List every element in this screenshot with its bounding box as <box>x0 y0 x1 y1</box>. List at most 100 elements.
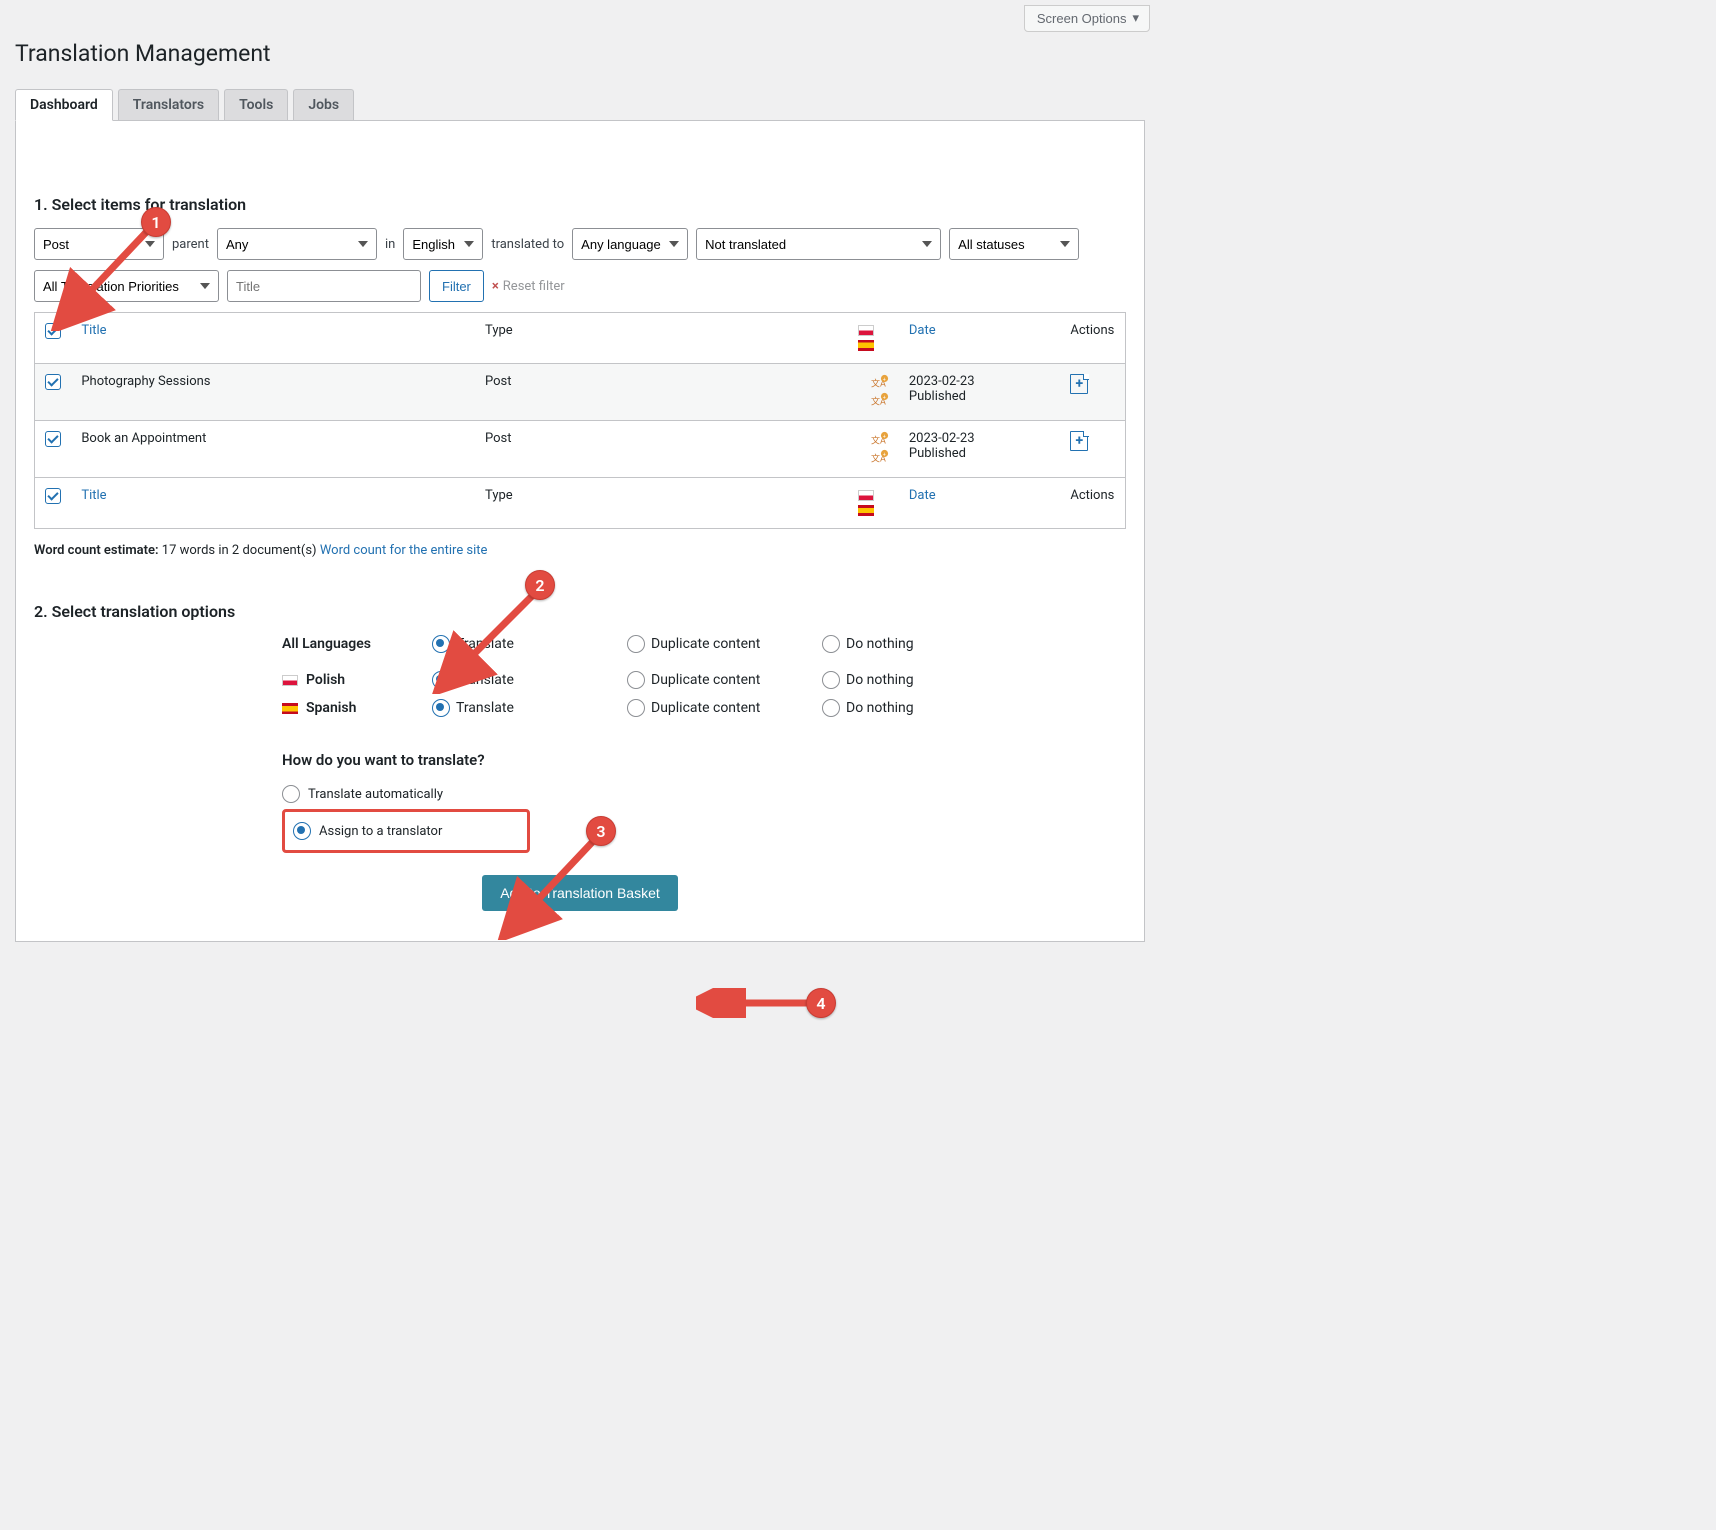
tab-translators[interactable]: Translators <box>118 89 219 120</box>
row-date: 2023-02-23 <box>909 431 975 446</box>
table-row: Photography Sessions Post 文A+ 文A+ 2023-0… <box>35 364 1126 421</box>
spanish-flag-icon <box>858 505 874 516</box>
needs-translation-icon[interactable]: 文A+ <box>871 374 889 392</box>
polish-translate-radio[interactable] <box>432 671 450 689</box>
row-publish-status: Published <box>909 446 966 461</box>
translate-auto-option[interactable]: Translate automatically <box>282 779 1126 809</box>
spanish-nothing-option[interactable]: Do nothing <box>822 699 967 717</box>
items-table: Title Type Date Actions Photography Sess… <box>34 312 1126 529</box>
all-nothing-radio[interactable] <box>822 635 840 653</box>
select-all-checkbox[interactable] <box>45 323 61 339</box>
spanish-duplicate-option[interactable]: Duplicate content <box>627 699 772 717</box>
all-duplicate-radio[interactable] <box>627 635 645 653</box>
col-date-header[interactable]: Date <box>909 323 936 338</box>
col-langs-header <box>848 313 898 364</box>
tab-dashboard[interactable]: Dashboard <box>15 89 113 121</box>
reset-filter-label: Reset filter <box>503 279 565 294</box>
tabs: Dashboard Translators Tools Jobs <box>15 89 1145 121</box>
polish-flag-icon <box>858 490 874 501</box>
assign-translator-option[interactable]: Assign to a translator <box>293 816 519 846</box>
option-row-all-languages: All Languages Translate Duplicate conten… <box>282 635 1126 653</box>
annotation-badge-1: 1 <box>141 207 171 237</box>
add-document-icon[interactable] <box>1070 431 1088 451</box>
screen-options-label: Screen Options <box>1037 11 1127 26</box>
add-document-icon[interactable] <box>1070 374 1088 394</box>
word-count-text: 17 words in 2 document(s) <box>162 543 317 558</box>
filter-row-2: All Translation Priorities Filter × Rese… <box>34 270 1126 302</box>
highlight-box: Assign to a translator <box>282 809 530 853</box>
row-type: Post <box>475 421 848 478</box>
row-title: Book an Appointment <box>71 421 475 478</box>
needs-translation-icon[interactable]: 文A+ <box>871 392 889 410</box>
word-count-site-link[interactable]: Word count for the entire site <box>320 543 488 558</box>
filter-title-input[interactable] <box>227 270 421 302</box>
col-actions-header: Actions <box>1060 313 1125 364</box>
svg-text:+: + <box>883 452 886 458</box>
svg-text:+: + <box>883 395 886 401</box>
needs-translation-icon[interactable]: 文A+ <box>871 449 889 467</box>
filter-post-type[interactable]: Post <box>34 228 164 260</box>
spanish-translate-radio[interactable] <box>432 699 450 717</box>
filter-target-lang[interactable]: Any language <box>572 228 688 260</box>
annotation-badge-4: 4 <box>806 988 836 1018</box>
row-type: Post <box>475 364 848 421</box>
close-icon: × <box>492 279 499 294</box>
annotation-badge-3: 3 <box>586 816 616 846</box>
spanish-duplicate-radio[interactable] <box>627 699 645 717</box>
table-row: Book an Appointment Post 文A+ 文A+ 2023-02… <box>35 421 1126 478</box>
section1-heading: 1. Select items for translation <box>34 195 1126 214</box>
tab-tools[interactable]: Tools <box>224 89 288 120</box>
reset-filter-button[interactable]: × Reset filter <box>492 279 565 294</box>
svg-text:+: + <box>883 434 886 440</box>
filter-button[interactable]: Filter <box>429 270 484 302</box>
spanish-nothing-radio[interactable] <box>822 699 840 717</box>
all-languages-label: All Languages <box>282 636 432 652</box>
row-checkbox[interactable] <box>45 374 61 390</box>
all-nothing-option[interactable]: Do nothing <box>822 635 967 653</box>
col-type-footer: Type <box>475 478 848 529</box>
col-date-footer[interactable]: Date <box>909 488 936 503</box>
polish-duplicate-option[interactable]: Duplicate content <box>627 671 772 689</box>
annotation-badge-2: 2 <box>525 570 555 600</box>
row-date: 2023-02-23 <box>909 374 975 389</box>
spanish-flag-icon <box>858 340 874 351</box>
all-translate-radio[interactable] <box>432 635 450 653</box>
filter-source-lang[interactable]: English <box>403 228 483 260</box>
assign-translator-radio[interactable] <box>293 822 311 840</box>
row-checkbox[interactable] <box>45 431 61 447</box>
select-all-checkbox-footer[interactable] <box>45 488 61 504</box>
needs-translation-icon[interactable]: 文A+ <box>871 431 889 449</box>
col-langs-footer <box>848 478 898 529</box>
all-duplicate-option[interactable]: Duplicate content <box>627 635 772 653</box>
page-title: Translation Management <box>0 32 1160 89</box>
polish-flag-icon <box>282 675 298 686</box>
spanish-flag-icon <box>282 703 298 714</box>
filter-parent[interactable]: Any <box>217 228 377 260</box>
filter-priority[interactable]: All Translation Priorities <box>34 270 219 302</box>
polish-duplicate-radio[interactable] <box>627 671 645 689</box>
polish-flag-icon <box>858 325 874 336</box>
tab-jobs[interactable]: Jobs <box>293 89 354 120</box>
col-title-header[interactable]: Title <box>81 323 106 338</box>
screen-options-button[interactable]: Screen Options ▾ <box>1024 5 1150 32</box>
word-count-label: Word count estimate: <box>34 543 159 558</box>
chevron-down-icon: ▾ <box>1132 10 1139 26</box>
row-publish-status: Published <box>909 389 966 404</box>
polish-translate-option[interactable]: Translate <box>432 671 577 689</box>
all-translate-option[interactable]: Translate <box>432 635 577 653</box>
word-count: Word count estimate: 17 words in 2 docum… <box>34 543 1126 558</box>
filter-translation-status[interactable]: Not translated <box>696 228 941 260</box>
in-label: in <box>385 237 395 252</box>
option-row-spanish: Spanish Translate Duplicate content Do n… <box>282 699 1126 717</box>
spanish-label: Spanish <box>306 700 356 716</box>
col-title-footer[interactable]: Title <box>81 488 106 503</box>
col-actions-footer: Actions <box>1060 478 1125 529</box>
filter-status[interactable]: All statuses <box>949 228 1079 260</box>
svg-text:+: + <box>883 377 886 383</box>
polish-nothing-option[interactable]: Do nothing <box>822 671 967 689</box>
col-type-header: Type <box>475 313 848 364</box>
polish-nothing-radio[interactable] <box>822 671 840 689</box>
spanish-translate-option[interactable]: Translate <box>432 699 577 717</box>
translate-auto-radio[interactable] <box>282 785 300 803</box>
add-to-basket-button[interactable]: Add to Translation Basket <box>482 875 678 911</box>
